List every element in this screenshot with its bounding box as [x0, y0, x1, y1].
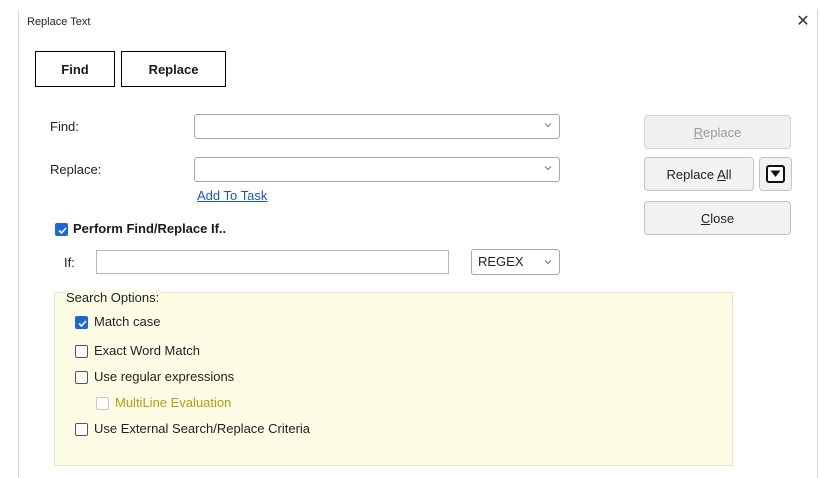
if-mode-select[interactable]: REGEX — [471, 249, 560, 275]
replace-button[interactable]: Replace — [644, 115, 791, 149]
match-case-checkbox[interactable] — [75, 316, 88, 329]
match-case-label: Match case — [94, 314, 161, 329]
multiline-checkbox[interactable] — [96, 397, 109, 410]
check-icon — [58, 227, 67, 235]
exact-word-label: Exact Word Match — [94, 343, 200, 358]
external-criteria-label: Use External Search/Replace Criteria — [94, 421, 311, 436]
replace-combobox[interactable] — [194, 157, 560, 182]
if-mode-value: REGEX — [478, 254, 524, 269]
replace-all-button[interactable]: Replace All — [644, 157, 754, 191]
find-combobox[interactable] — [194, 114, 560, 139]
tab-replace[interactable]: Replace — [121, 51, 226, 87]
window-title: Replace Text — [27, 16, 91, 28]
title-bar — [19, 10, 817, 37]
if-input[interactable] — [96, 250, 449, 274]
add-to-task-link[interactable]: Add To Task — [197, 188, 267, 203]
window-border-right — [817, 10, 818, 478]
find-label: Find: — [50, 119, 79, 134]
chevron-down-icon[interactable] — [543, 257, 553, 267]
replace-label: Replace: — [50, 162, 102, 177]
replace-all-button-label: Replace All — [666, 166, 732, 182]
perform-if-checkbox[interactable] — [55, 223, 68, 236]
background-strip — [0, 0, 820, 10]
if-label: If: — [64, 255, 75, 270]
exact-word-checkbox[interactable] — [75, 345, 88, 358]
regex-label: Use regular expressions — [94, 369, 235, 384]
perform-if-label: Perform Find/Replace If.. — [73, 221, 227, 236]
search-options-label: Search Options: — [64, 290, 162, 305]
external-criteria-checkbox[interactable] — [75, 423, 88, 436]
close-icon[interactable]: ✕ — [794, 13, 812, 31]
replace-button-label: Replace — [693, 124, 742, 140]
check-icon — [78, 320, 87, 328]
tab-find[interactable]: Find — [35, 51, 115, 87]
regex-checkbox[interactable] — [75, 371, 88, 384]
chevron-down-icon[interactable] — [543, 163, 553, 173]
close-button-label: Close — [700, 210, 735, 226]
multiline-label: MultiLine Evaluation — [115, 395, 232, 410]
dropdown-arrow-icon — [766, 165, 785, 183]
chevron-down-icon[interactable] — [543, 120, 553, 130]
close-button[interactable]: Close — [644, 201, 791, 235]
replace-options-dropdown-button[interactable] — [759, 157, 792, 191]
